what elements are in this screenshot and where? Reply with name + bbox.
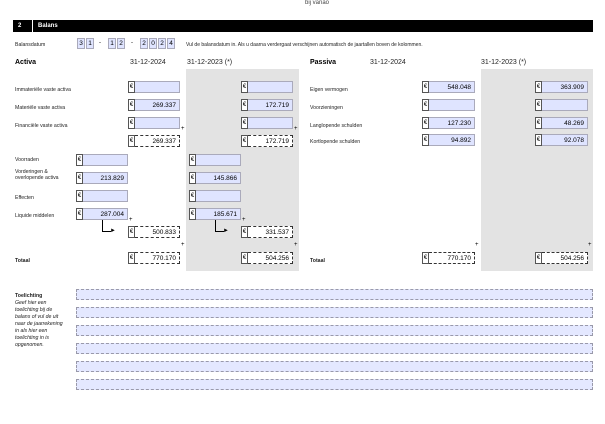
voorzieningen-prior-field[interactable]: €: [535, 99, 588, 111]
plus-sign: +: [129, 217, 133, 223]
section-title: Balans: [38, 23, 58, 29]
connector-line: [215, 220, 216, 231]
row-label-kortlopend: Kortlopende schulden: [310, 139, 361, 145]
immaterieel-prior-field[interactable]: €: [241, 81, 293, 93]
passiva-title: Passiva: [310, 59, 337, 66]
materieel-current-field[interactable]: €269.337: [128, 99, 180, 111]
activa-title: Activa: [15, 59, 37, 66]
toelichting-input-line-6[interactable]: [76, 379, 593, 390]
toelichting-input-line-4[interactable]: [76, 343, 593, 354]
date-year-digit-4[interactable]: 4: [167, 38, 175, 49]
row-label-immaterieel: Immateriële vaste activa: [15, 87, 71, 93]
liquide-current-field[interactable]: €287.004: [76, 208, 128, 220]
toelichting-note-line: balans of vul de uit: [15, 314, 59, 320]
vaste-activa-subtotal-current: €269.337: [128, 135, 180, 147]
voorraden-prior-field[interactable]: €: [189, 154, 241, 166]
row-label-eigen-vermogen: Eigen vermogen: [310, 87, 348, 93]
row-label-effecten: Effecten: [15, 195, 34, 201]
toelichting-note-line: toelichting in is: [15, 335, 50, 341]
section-header-bar: [13, 20, 593, 32]
passiva-total-current: €770.170: [422, 252, 475, 264]
toelichting-note-line: opgenomen.: [15, 342, 44, 348]
plus-sign: +: [294, 242, 298, 248]
toelichting-note-line: naar de jaarrekening: [15, 321, 63, 327]
financieel-current-field[interactable]: €: [128, 117, 180, 129]
liquide-prior-field[interactable]: €185.671: [189, 208, 241, 220]
section-number: 2: [18, 23, 22, 29]
toelichting-input-line-2[interactable]: [76, 307, 593, 318]
row-label-voorzieningen: Voorzieningen: [310, 105, 343, 111]
eigen-vermogen-prior-field[interactable]: €363.909: [535, 81, 588, 93]
voorzieningen-current-field[interactable]: €: [422, 99, 475, 111]
vaste-activa-subtotal-prior: €172.719: [241, 135, 293, 147]
plus-sign: +: [588, 242, 592, 248]
plus-sign: +: [475, 242, 479, 248]
activa-total-prior: €504.256: [241, 252, 293, 264]
voorraden-current-field[interactable]: €: [76, 154, 128, 166]
toelichting-input-line-3[interactable]: [76, 325, 593, 336]
date-separator: -: [99, 40, 101, 46]
vorderingen-prior-field[interactable]: €145.866: [189, 172, 241, 184]
date-month-digit-1[interactable]: 1: [108, 38, 116, 49]
arrow-right-icon: ►: [110, 228, 116, 234]
date-year-digit-2[interactable]: 0: [149, 38, 157, 49]
row-label-voorraden: Voorraden: [15, 157, 39, 163]
activa-total-current: €770.170: [128, 252, 180, 264]
financieel-prior-field[interactable]: €: [241, 117, 293, 129]
row-label-vorderingen: Vorderingen & overlopende activa: [15, 169, 59, 181]
eigen-vermogen-current-field[interactable]: €548.048: [422, 81, 475, 93]
row-label-financieel: Financiële vaste activa: [15, 123, 68, 129]
passiva-col-prior: 31-12-2023 (*): [481, 59, 527, 66]
passiva-col-current: 31-12-2024: [370, 59, 406, 66]
effecten-prior-field[interactable]: €: [189, 190, 241, 202]
plus-sign: +: [242, 217, 246, 223]
page-top-fragment: bij vanao: [305, 0, 330, 6]
arrow-right-icon: ►: [223, 228, 229, 234]
effecten-current-field[interactable]: €: [76, 190, 128, 202]
passiva-total-label: Totaal: [310, 258, 325, 264]
activa-col-current: 31-12-2024: [130, 59, 166, 66]
kortlopend-prior-field[interactable]: €92.078: [535, 134, 588, 146]
date-day-digit-2[interactable]: 1: [86, 38, 94, 49]
kortlopend-current-field[interactable]: €94.892: [422, 134, 475, 146]
row-label-liquide: Liquide middelen: [15, 213, 55, 219]
toelichting-note-line: toelichting bij de: [15, 307, 53, 313]
balansdatum-label: Balansdatum: [15, 42, 46, 48]
toelichting-note: Geef hier een toelichting bij de balans …: [15, 300, 73, 349]
immaterieel-current-field[interactable]: €: [128, 81, 180, 93]
activa-total-label: Totaal: [15, 258, 30, 264]
toelichting-note-line: Geef hier een: [15, 300, 47, 306]
date-separator: -: [131, 40, 133, 46]
connector-line: [102, 220, 103, 231]
vorderingen-current-field[interactable]: €213.829: [76, 172, 128, 184]
toelichting-note-line: in als hier een: [15, 328, 48, 334]
activa-col-prior: 31-12-2023 (*): [187, 59, 233, 66]
vlottende-activa-subtotal-prior: €331.537: [241, 226, 293, 238]
toelichting-title: Toelichting: [15, 293, 43, 299]
row-label-langlopend: Langlopende schulden: [310, 123, 363, 129]
date-year-digit-1[interactable]: 2: [140, 38, 148, 49]
materieel-prior-field[interactable]: €172.719: [241, 99, 293, 111]
toelichting-input-line-1[interactable]: [76, 289, 593, 300]
date-year-digit-3[interactable]: 2: [158, 38, 166, 49]
date-month-digit-2[interactable]: 2: [117, 38, 125, 49]
toelichting-input-line-5[interactable]: [76, 361, 593, 372]
plus-sign: +: [181, 126, 185, 132]
langlopend-current-field[interactable]: €127.230: [422, 117, 475, 129]
balansdatum-hint: Vul de balansdatum in. Als u daarna verd…: [186, 42, 423, 48]
date-day-digit-1[interactable]: 3: [77, 38, 85, 49]
section-header-divider: [32, 20, 33, 32]
row-label-materieel: Materiële vaste activa: [15, 105, 66, 111]
vlottende-activa-subtotal-current: €500.833: [128, 226, 180, 238]
plus-sign: +: [181, 242, 185, 248]
plus-sign: +: [294, 126, 298, 132]
passiva-total-prior: €504.256: [535, 252, 588, 264]
langlopend-prior-field[interactable]: €48.269: [535, 117, 588, 129]
